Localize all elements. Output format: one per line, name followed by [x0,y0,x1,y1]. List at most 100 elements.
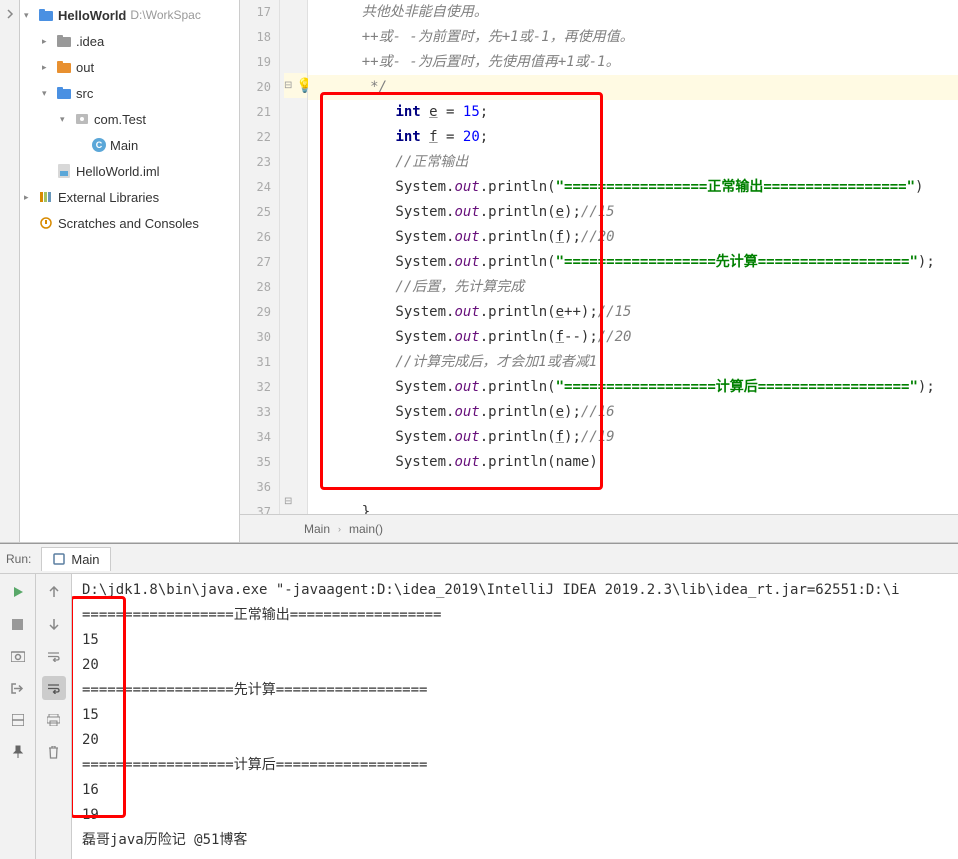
pin-icon[interactable] [6,740,30,764]
class-icon: C [92,138,106,152]
breadcrumb-item[interactable]: Main [304,522,330,536]
line-number[interactable]: 22 [240,125,271,150]
line-number[interactable]: 35 [240,450,271,475]
breadcrumb-item[interactable]: main() [349,522,383,536]
gutter-chevron-icon[interactable] [2,6,18,22]
line-number[interactable]: 36 [240,475,271,500]
console-line: 20 [82,728,948,753]
scroll-end-icon[interactable] [42,676,66,700]
tree-label: Main [110,138,138,153]
line-number[interactable]: 23 [240,150,271,175]
line-number[interactable]: 21 [240,100,271,125]
tree-class-main[interactable]: C Main [20,132,239,158]
console-line: ==================正常输出================== [82,603,948,628]
run-label: Run: [6,552,31,566]
line-number[interactable]: 31 [240,350,271,375]
console-line: 15 [82,628,948,653]
chevron-right-icon[interactable]: ▸ [24,192,38,203]
run-toolbar-left [0,574,36,859]
tree-label: HelloWorld.iml [76,164,160,179]
print-icon[interactable] [42,708,66,732]
console-line: 16 [82,778,948,803]
tree-folder-out[interactable]: ▸ out [20,54,239,80]
line-number[interactable]: 25 [240,200,271,225]
console-output[interactable]: D:\jdk1.8\bin\java.exe "-javaagent:D:\id… [72,574,958,859]
line-number[interactable]: 33 [240,400,271,425]
tree-folder-src[interactable]: ▾ src [20,80,239,106]
fold-marker-icon[interactable]: ⊟ [284,496,292,507]
tree-label: out [76,60,94,75]
tree-file-iml[interactable]: HelloWorld.iml [20,158,239,184]
console-line: D:\jdk1.8\bin\java.exe "-javaagent:D:\id… [82,578,948,603]
run-config-icon [52,552,66,566]
library-icon [38,190,54,204]
console-line: 19 [82,803,948,828]
run-button[interactable] [6,580,30,604]
run-tab[interactable]: Main [41,547,110,571]
fold-marker-icon[interactable]: ⊟ [284,80,292,91]
project-icon [38,8,54,22]
line-number[interactable]: 34 [240,425,271,450]
tree-folder-idea[interactable]: ▸ .idea [20,28,239,54]
tree-root-label: HelloWorld [58,8,126,23]
console-line: ==================先计算================== [82,678,948,703]
tree-label: .idea [76,34,104,49]
project-tree-panel: ▾ HelloWorld D:\WorkSpac ▸ .idea ▸ [20,0,240,542]
folder-icon [56,86,72,100]
line-number[interactable]: 18 [240,25,271,50]
marker-gutter: ⊟ 💡 ⊟ [280,0,308,514]
tree-root[interactable]: ▾ HelloWorld D:\WorkSpac [20,2,239,28]
iml-file-icon [56,164,72,178]
layout-icon[interactable] [6,708,30,732]
line-number[interactable]: 19 [240,50,271,75]
exit-icon[interactable] [6,676,30,700]
chevron-down-icon[interactable]: ▾ [24,10,38,21]
wrap-icon[interactable] [42,644,66,668]
console-line: 磊哥java历险记 @51博客 [82,828,948,853]
editor-area: 17 18 19 20 21 22 23 24 25 26 27 28 29 3… [240,0,958,542]
line-number[interactable]: 20 [240,75,271,100]
line-number[interactable]: 37 [240,500,271,514]
tree-label: External Libraries [58,190,159,205]
scratch-icon [38,216,54,230]
console-line: 20 [82,653,948,678]
console-line: ==================计算后================== [82,753,948,778]
folder-icon [56,60,72,74]
left-gutter [0,0,20,542]
chevron-right-icon[interactable]: ▸ [42,62,56,73]
chevron-down-icon[interactable]: ▾ [42,88,56,99]
tree-label: com.Test [94,112,146,127]
chevron-right-icon: › [338,524,341,534]
run-header: Run: Main [0,544,958,574]
run-panel: Run: Main [0,543,958,859]
console-line: 15 [82,703,948,728]
line-number[interactable]: 29 [240,300,271,325]
run-tab-label: Main [71,552,99,567]
breadcrumb: Main › main() [240,514,958,542]
package-icon [74,112,90,126]
line-number[interactable]: 17 [240,0,271,25]
line-number[interactable]: 32 [240,375,271,400]
line-number[interactable]: 28 [240,275,271,300]
line-number[interactable]: 30 [240,325,271,350]
line-number[interactable]: 26 [240,225,271,250]
tree-label: Scratches and Consoles [58,216,199,231]
line-number[interactable]: 27 [240,250,271,275]
folder-icon [56,34,72,48]
run-toolbar-right [36,574,72,859]
tree-root-path: D:\WorkSpac [130,8,200,22]
chevron-down-icon[interactable]: ▾ [60,114,74,125]
tree-scratches[interactable]: Scratches and Consoles [20,210,239,236]
code-editor[interactable]: 共他处非能自使用。 ++或- -为前置时，先+1或-1，再使用值。 ++或- -… [308,0,958,514]
tree-label: src [76,86,93,101]
up-arrow-icon[interactable] [42,580,66,604]
line-number-gutter: 17 18 19 20 21 22 23 24 25 26 27 28 29 3… [240,0,280,514]
down-arrow-icon[interactable] [42,612,66,636]
trash-icon[interactable] [42,740,66,764]
tree-external-libs[interactable]: ▸ External Libraries [20,184,239,210]
line-number[interactable]: 24 [240,175,271,200]
stop-button[interactable] [6,612,30,636]
camera-icon[interactable] [6,644,30,668]
tree-package[interactable]: ▾ com.Test [20,106,239,132]
chevron-right-icon[interactable]: ▸ [42,36,56,47]
